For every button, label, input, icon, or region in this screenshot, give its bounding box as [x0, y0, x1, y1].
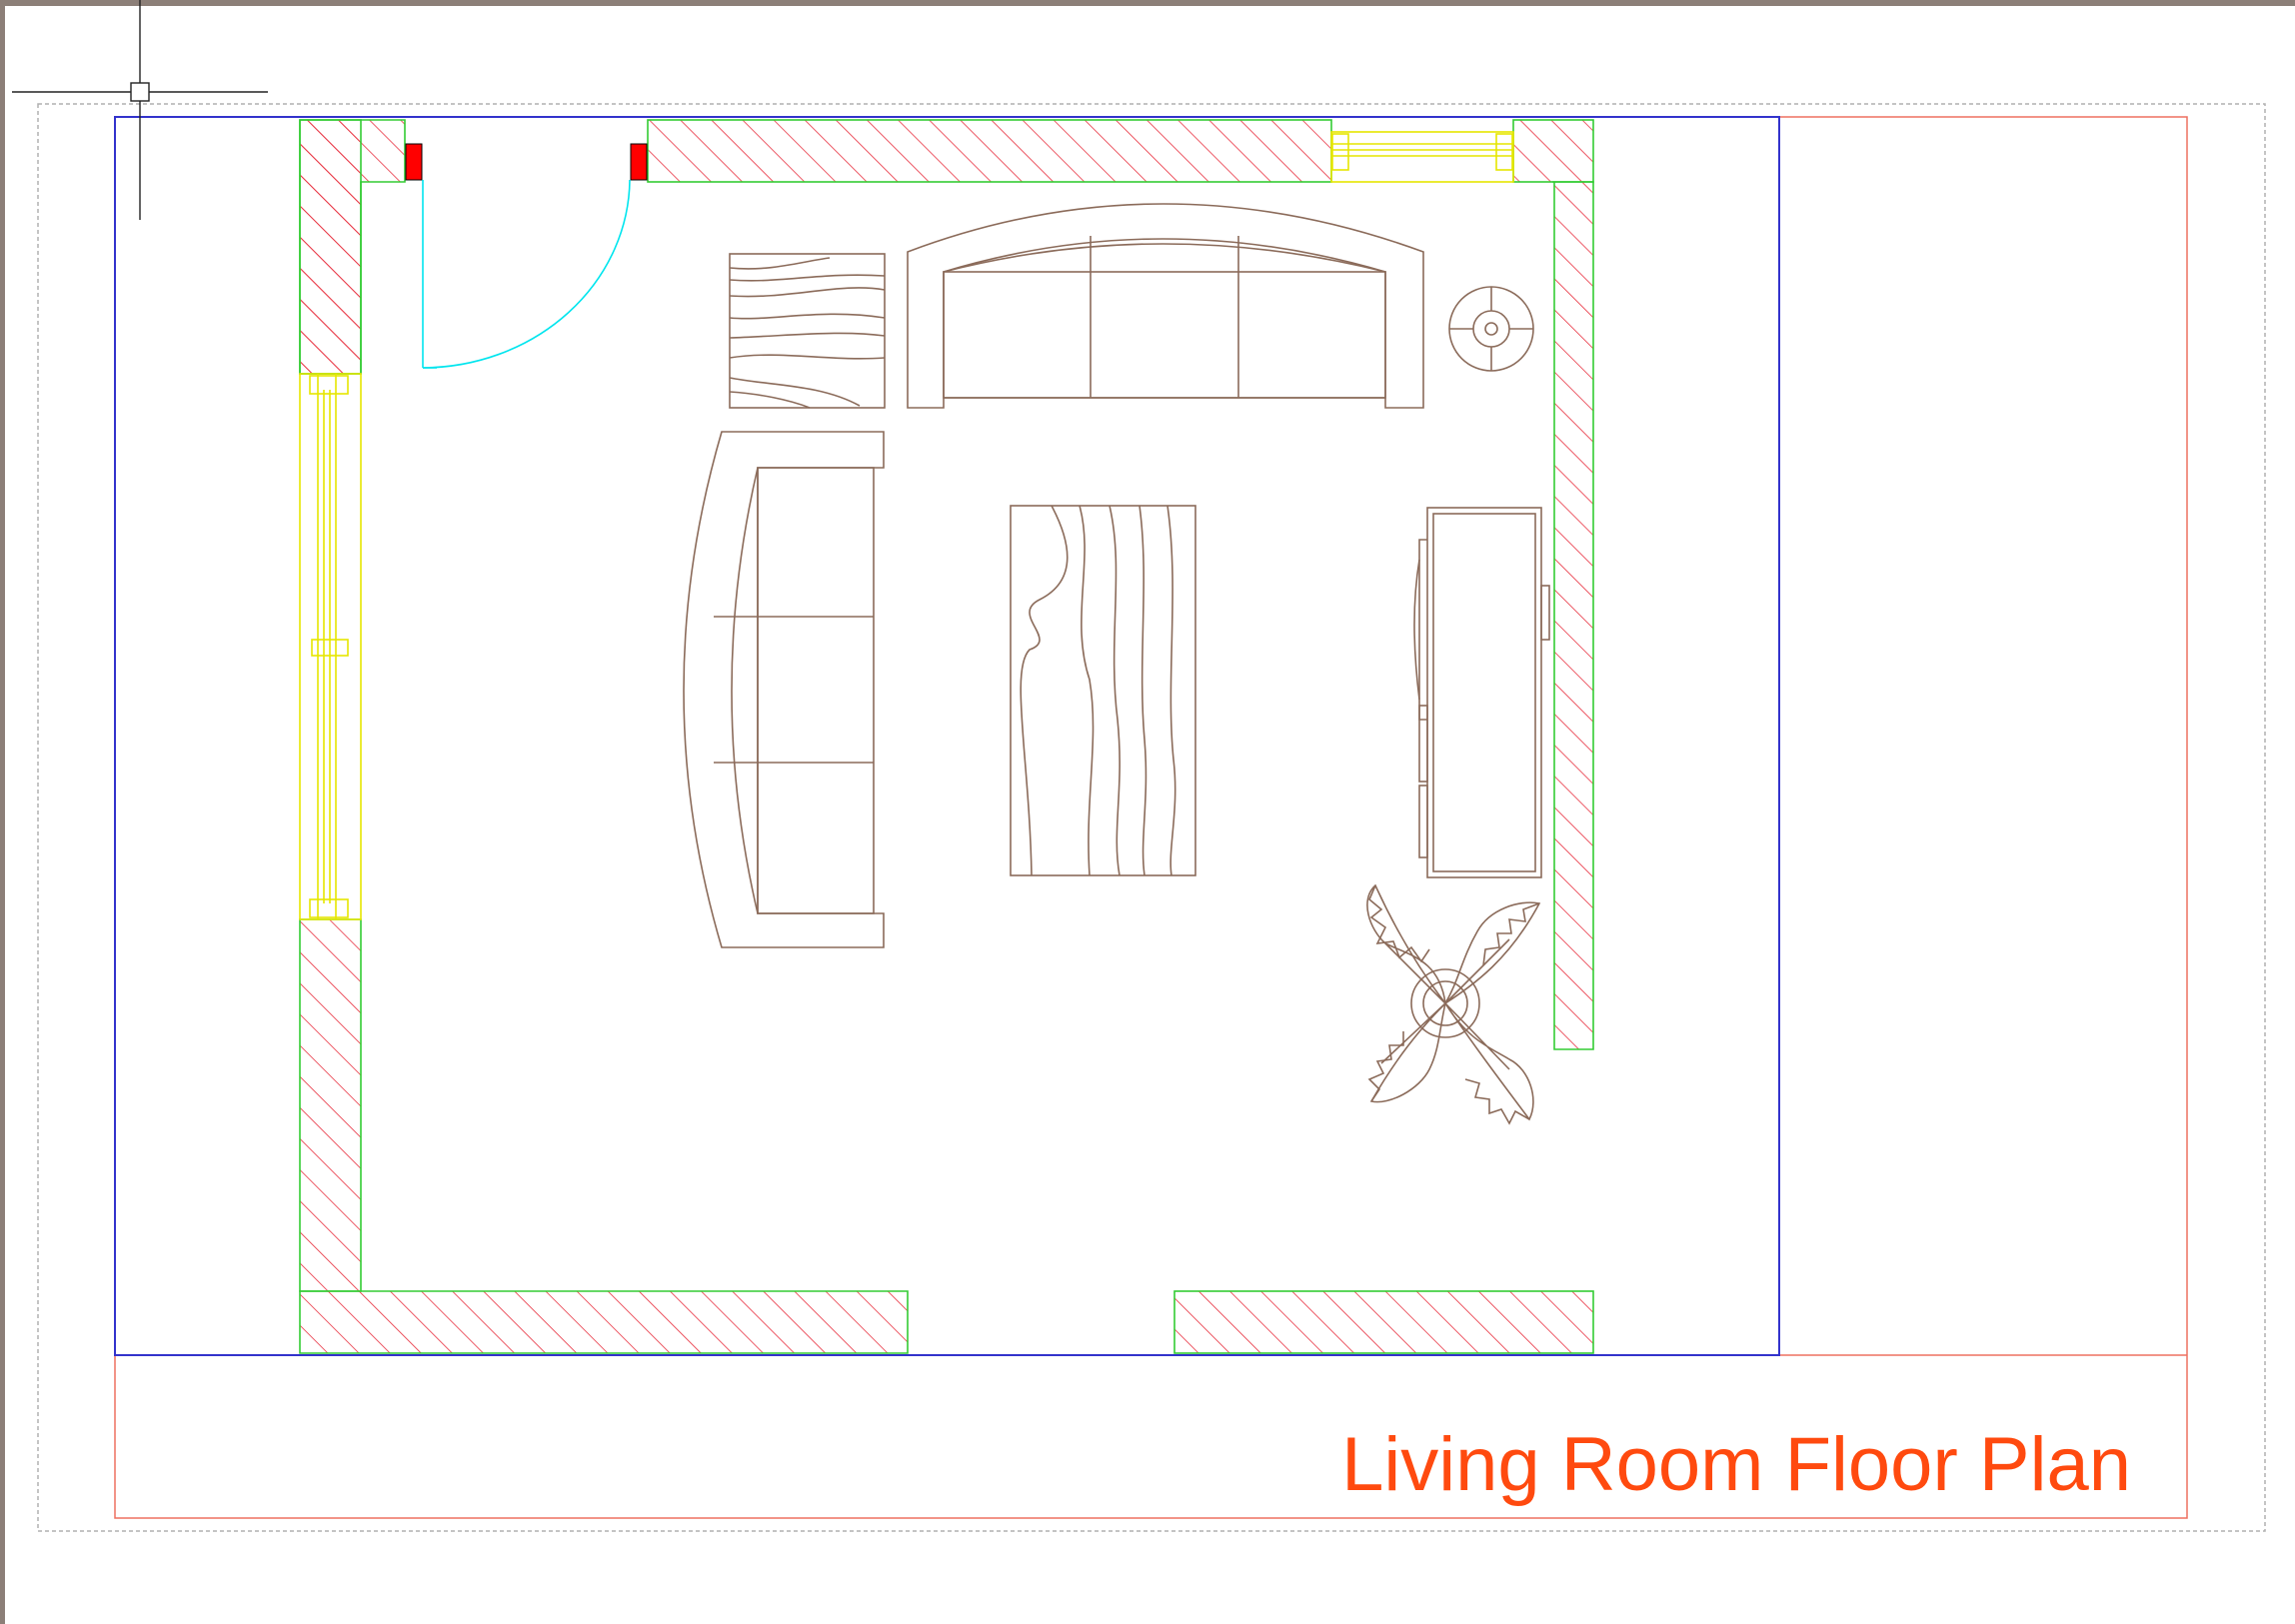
west-wall-upper: [299, 119, 362, 375]
coffee-table: [1010, 505, 1196, 876]
furniture: [683, 203, 1550, 1125]
north-window: [1330, 131, 1514, 183]
tv-console: [1413, 507, 1550, 878]
east-wall: [1552, 181, 1594, 1050]
crosshair-cursor-icon: [12, 0, 268, 220]
entry-door: [405, 143, 648, 369]
door-swing-arc: [422, 179, 631, 369]
potted-plant: [1366, 883, 1541, 1125]
south-wall-right: [1173, 1290, 1594, 1354]
north-wall-right: [1512, 119, 1594, 183]
south-wall-left: [299, 1290, 909, 1354]
west-window: [299, 373, 362, 920]
three-seat-sofa: [907, 203, 1424, 409]
viewport-frame: [114, 116, 1780, 1356]
north-wall-center: [647, 119, 1332, 183]
armchair: [729, 253, 886, 409]
door-jamb-left: [405, 143, 423, 181]
side-table-lamp: [1448, 286, 1534, 372]
door-jamb-right: [630, 143, 648, 181]
drawing-title: Living Room Floor Plan: [1341, 1422, 2131, 1507]
west-wall-lower: [299, 918, 362, 1292]
side-sofa: [683, 431, 885, 948]
floor-plan-canvas[interactable]: [0, 0, 2295, 1624]
walls: [299, 119, 1594, 1354]
